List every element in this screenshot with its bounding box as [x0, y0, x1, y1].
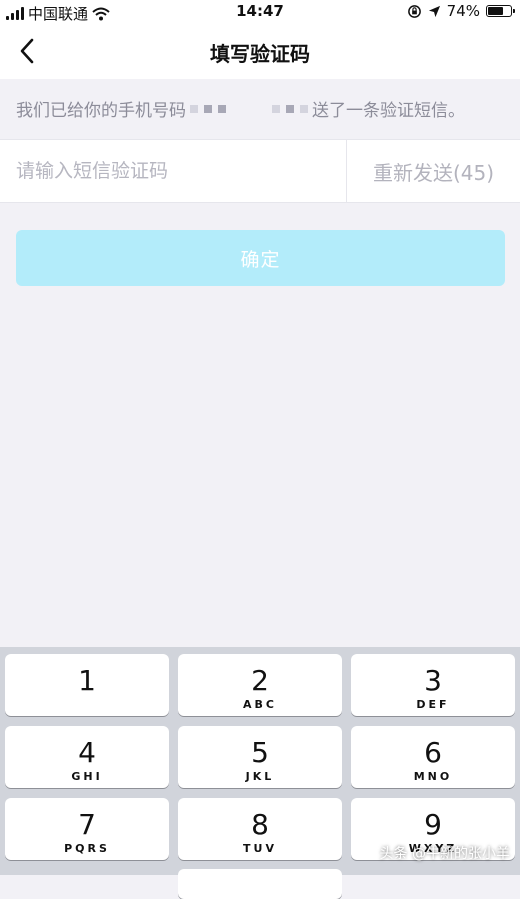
key-5[interactable]: 5 JKL: [178, 726, 342, 788]
orientation-lock-icon: [407, 4, 421, 18]
key-number: 6: [424, 736, 442, 769]
key-6[interactable]: 6 MNO: [351, 726, 515, 788]
confirm-button[interactable]: 确定: [16, 230, 505, 286]
key-letters: GHI: [71, 770, 103, 783]
key-8[interactable]: 8 TUV: [178, 798, 342, 860]
battery-icon: [486, 5, 515, 17]
masked-phone-number: [190, 104, 308, 113]
key-1[interactable]: 1: [5, 654, 169, 716]
key-letters: MNO: [413, 770, 453, 783]
key-number: 5: [251, 736, 269, 769]
battery-fill: [488, 7, 503, 15]
sms-code-input[interactable]: [0, 140, 345, 202]
key-number: 8: [251, 808, 269, 841]
key-3[interactable]: 3 DEF: [351, 654, 515, 716]
watermark: 头条 @牛新的张小羊: [379, 846, 510, 862]
key-letters: PQRS: [64, 842, 110, 855]
status-right: 74%: [407, 2, 515, 20]
status-bar: 中国联通 14:47 74%: [0, 0, 520, 24]
key-4[interactable]: 4 GHI: [5, 726, 169, 788]
key-0-partial[interactable]: [178, 869, 342, 899]
key-number: 7: [78, 808, 96, 841]
key-7[interactable]: 7 PQRS: [5, 798, 169, 860]
numeric-keyboard: 1 2 ABC 3 DEF 4 GHI 5 JKL 6 MNO 7 PQRS 8…: [0, 647, 520, 899]
location-arrow-icon: [428, 5, 440, 17]
key-number: 9: [424, 808, 442, 841]
key-2[interactable]: 2 ABC: [178, 654, 342, 716]
notice-text-after: 送了一条验证短信。: [312, 101, 465, 121]
notice-text-before: 我们已给你的手机号码: [16, 101, 186, 121]
key-number: 4: [78, 736, 96, 769]
sms-sent-notice: 我们已给你的手机号码 送了一条验证短信。: [16, 96, 465, 121]
key-letters: DEF: [416, 698, 450, 711]
key-number: 2: [251, 664, 269, 697]
verification-input-row: 重新发送(45): [0, 139, 520, 203]
battery-percent: 74%: [446, 2, 480, 20]
key-letters: JKL: [245, 770, 275, 783]
key-number: 1: [78, 664, 96, 697]
key-letters: ABC: [243, 698, 277, 711]
page-title: 填写验证码: [210, 42, 310, 66]
key-number: 3: [424, 664, 442, 697]
key-letters: TUV: [243, 842, 277, 855]
resend-code-button[interactable]: 重新发送(45): [347, 140, 520, 202]
nav-bar: 填写验证码: [0, 24, 520, 79]
